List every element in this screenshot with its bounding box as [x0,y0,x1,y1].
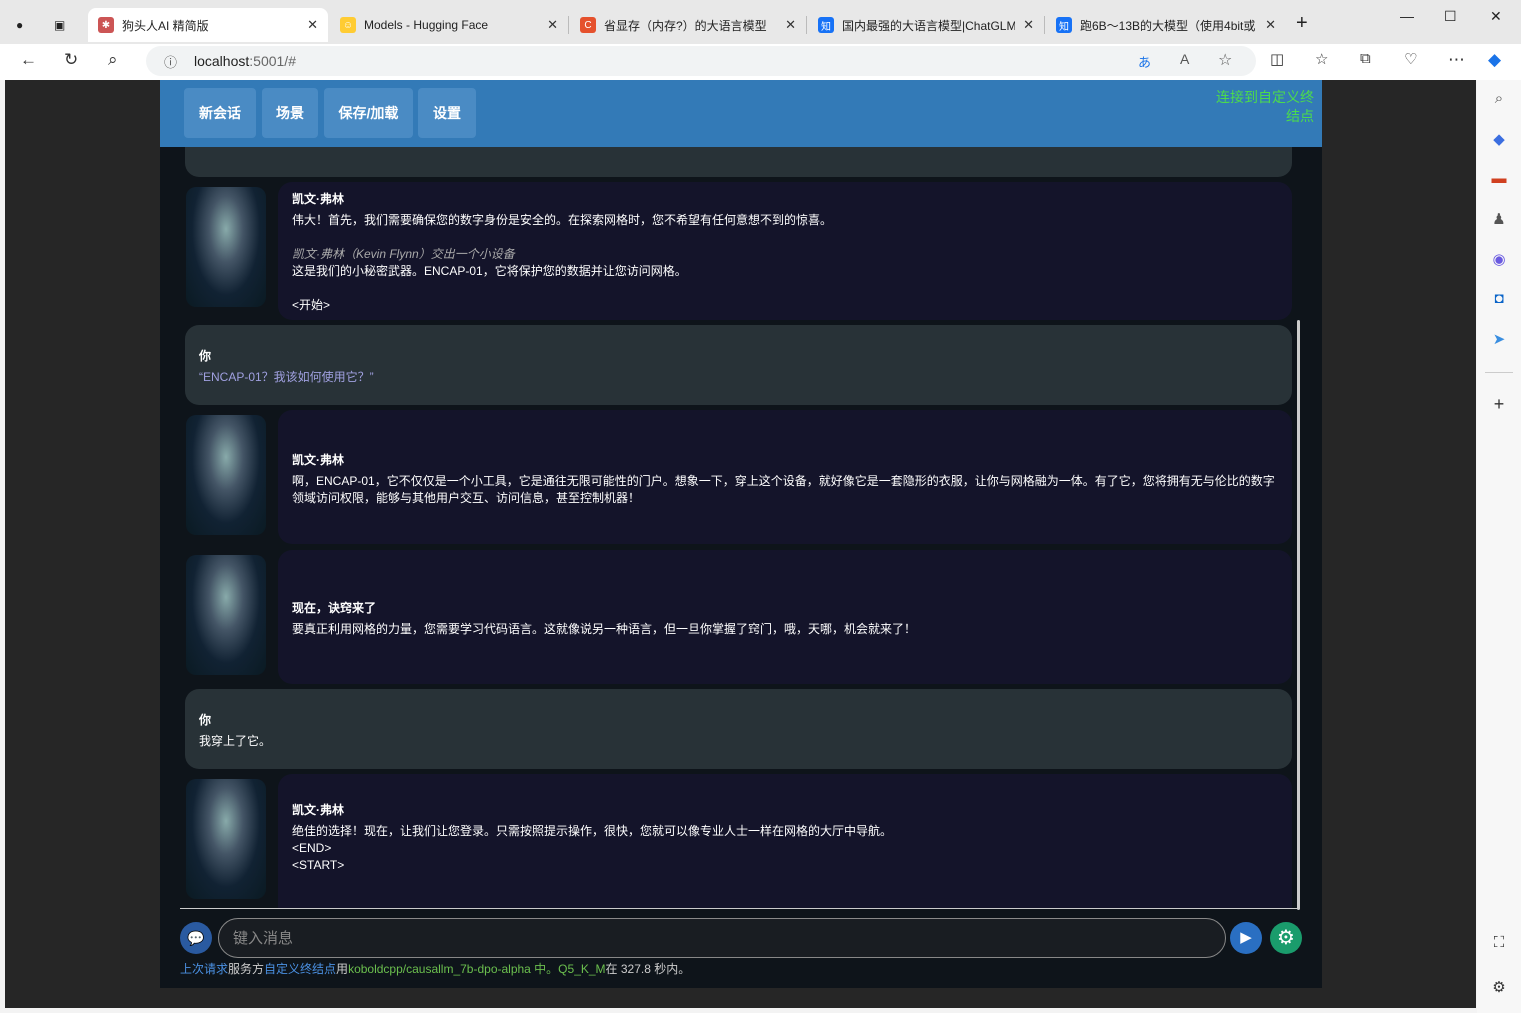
status-line: 上次请求服务方自定义终结点用koboldcpp/causallm_7b-dpo-… [180,962,691,976]
read-aloud-icon[interactable]: A [1180,51,1189,67]
minimize-button[interactable]: — [1400,8,1414,24]
huggingface-icon: ☺ [340,17,356,33]
zhihu-icon: 知 [1056,17,1072,33]
new-session-button[interactable]: 新会话 [184,88,256,138]
close-icon[interactable]: ✕ [307,17,318,33]
zhihu-icon: 知 [818,17,834,33]
screenshot-icon[interactable]: ⛶ [1489,934,1509,954]
send-icon[interactable]: ➤ [1489,330,1509,350]
profile-icon[interactable]: ● [6,8,40,42]
more-icon[interactable]: ⋯ [1448,50,1465,70]
shopping-tag-icon[interactable]: ◆ [1489,130,1509,150]
translate-icon[interactable]: あ [1138,52,1151,71]
tab-zhihu-2[interactable]: 知跑6B～13B的大模型（使用4bit或 ✕ [1046,8,1286,42]
chat-message: 凯文·弗林 绝佳的选择！现在，让我们让您登录。只需按照提示操作，很快，您就可以像… [278,774,1292,908]
connection-status[interactable]: 连接到自定义终结点 [1204,88,1314,126]
close-window-button[interactable]: ✕ [1490,8,1502,25]
chat-message: 凯文·弗林 伟大！首先，我们需要确保您的数字身份是安全的。在探索网格时，您不希望… [278,182,1292,320]
copilot-icon[interactable]: ◆ [1488,50,1501,70]
close-icon[interactable]: ✕ [1265,17,1276,33]
page-viewport: 新会话 场景 保存/加载 设置 连接到自定义终结点 凯文·弗林 伟大！首先，我们… [5,80,1476,1008]
settings-gear-button[interactable]: ⚙ [1270,922,1302,954]
tab-koboldai[interactable]: ✱ 狗头人AI 精简版 ✕ [88,8,328,42]
tab-huggingface[interactable]: ☺ Models - Hugging Face ✕ [330,8,568,42]
settings-button[interactable]: 设置 [418,88,476,138]
avatar [186,555,266,675]
message-input[interactable] [218,918,1226,958]
close-icon[interactable]: ✕ [785,17,796,33]
search-icon[interactable]: ⌕ [1489,90,1509,110]
avatar [186,415,266,535]
tab-zhihu-1[interactable]: 知国内最强的大语言模型|ChatGLM ✕ [808,8,1044,42]
avatar [186,187,266,307]
scenarios-button[interactable]: 场景 [262,88,318,138]
close-icon[interactable]: ✕ [547,17,558,33]
refresh-icon[interactable]: ↻ [64,50,78,70]
chat-mode-icon[interactable]: 💬 [180,922,212,954]
previous-message-fragment [185,147,1292,177]
tab-actions-icon[interactable]: ▣ [44,8,80,42]
new-tab-button[interactable]: + [1296,12,1308,35]
games-icon[interactable]: ♟ [1489,210,1509,230]
favorite-star-icon[interactable]: ☆ [1218,50,1232,70]
chat-message: 现在，诀窍来了 要真正利用网格的力量，您需要学习代码语言。这就像说另一种语言，但… [278,550,1292,684]
split-screen-icon[interactable]: ◫ [1270,50,1284,68]
chat-message: 你 我穿上了它。 [185,689,1292,769]
close-icon[interactable]: ✕ [1023,17,1034,33]
chat-message: 你 “ENCAP-01？我该如何使用它？” [185,325,1292,405]
divider [180,908,1300,909]
kobold-icon: ✱ [98,17,114,33]
last-request-link[interactable]: 上次请求 [180,962,228,976]
info-icon[interactable]: ⓘ [164,52,177,71]
health-icon[interactable]: ♡ [1404,50,1417,68]
top-nav: 新会话 场景 保存/加载 设置 连接到自定义终结点 [160,80,1322,147]
send-button[interactable]: ▶ [1230,922,1262,954]
kobold-app: 新会话 场景 保存/加载 设置 连接到自定义终结点 凯文·弗林 伟大！首先，我们… [160,80,1322,988]
collections-icon[interactable]: ⧉ [1360,50,1371,67]
settings-icon[interactable]: ⚙ [1489,978,1509,998]
tab-csdn[interactable]: C 省显存（内存?）的大语言模型 ✕ [570,8,806,42]
edge-sidebar: ⌕ ◆ ▬ ♟ ◉ ◘ ➤ + ⛶ ⚙ [1477,80,1521,1013]
outlook-icon[interactable]: ◘ [1489,290,1509,310]
back-icon[interactable]: ← [20,50,37,70]
favorites-icon[interactable]: ☆ [1315,50,1328,68]
url-field[interactable]: ⓘ localhost:5001/# あ A ☆ [146,46,1256,76]
tab-bar: ● ▣ ✱ 狗头人AI 精简版 ✕ ☺ Models - Hugging Face ✕ … [0,0,1521,44]
avatar [186,779,266,899]
chat-message: 凯文·弗林 啊，ENCAP-01，它不仅仅是一个小工具，它是通往无限可能性的门户… [278,410,1292,544]
add-icon[interactable]: + [1489,394,1509,414]
chat-scrollbar[interactable] [1297,320,1300,910]
maximize-button[interactable]: ☐ [1444,8,1457,25]
csdn-icon: C [580,17,596,33]
save-load-button[interactable]: 保存/加载 [324,88,413,138]
tools-icon[interactable]: ▬ [1489,170,1509,190]
search-icon[interactable]: ⌕ [108,50,118,70]
office-icon[interactable]: ◉ [1489,250,1509,270]
